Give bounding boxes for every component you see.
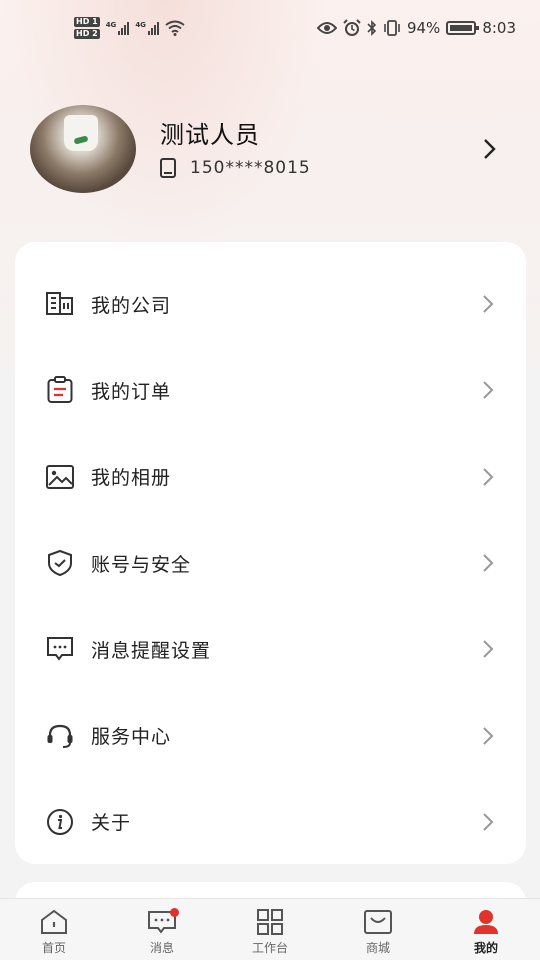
chevron-right-icon (478, 639, 498, 659)
chevron-right-icon (478, 726, 498, 746)
avatar[interactable] (30, 105, 136, 193)
tab-messages[interactable]: 消息 (108, 899, 216, 960)
tab-home[interactable]: 首页 (0, 899, 108, 960)
alarm-icon (343, 19, 361, 36)
image-icon (45, 462, 75, 492)
network-2-label: 4G (135, 21, 146, 29)
phone-icon (160, 158, 176, 178)
clock-time: 8:03 (482, 19, 516, 37)
battery-icon (446, 21, 480, 35)
chevron-right-icon (478, 380, 498, 400)
menu-card: 我的公司 我的订单 我的相册 账号与安全 消息提醒设置 服务中心 关于 (15, 242, 526, 864)
bluetooth-icon (367, 20, 377, 36)
menu-item-service-center[interactable]: 服务中心 (15, 692, 526, 778)
order-clipboard-icon (45, 375, 75, 405)
mall-icon (363, 908, 393, 936)
profile-header[interactable]: 测试人员 150****8015 (30, 104, 510, 194)
bottom-tab-bar: 首页 消息 工作台 商城 我的 (0, 898, 540, 960)
message-icon (45, 634, 75, 664)
status-left: HD 1 HD 2 4G 4G (74, 17, 185, 39)
tab-label-mall: 商城 (365, 941, 390, 955)
building-icon (45, 289, 75, 319)
hd1-badge: HD 1 (74, 17, 100, 27)
menu-label-album: 我的相册 (91, 467, 172, 490)
status-right: 94% 8:03 (316, 19, 516, 37)
profile-arrow-icon[interactable] (472, 131, 508, 167)
menu-label-notification-settings: 消息提醒设置 (91, 639, 212, 662)
info-icon (45, 807, 75, 837)
eye-icon (316, 22, 337, 34)
home-icon (39, 908, 69, 936)
menu-item-album[interactable]: 我的相册 (15, 434, 526, 520)
grid-icon (255, 908, 285, 936)
shield-icon (45, 548, 75, 578)
headset-icon (45, 721, 75, 751)
hd-indicators: HD 1 HD 2 (74, 17, 100, 39)
signal-1-icon: 4G (106, 21, 130, 35)
menu-item-orders[interactable]: 我的订单 (15, 347, 526, 433)
battery-percent: 94% (406, 19, 441, 37)
avatar-photo-cup (64, 115, 98, 151)
status-bar: HD 1 HD 2 4G 4G 94% 8:03 (0, 0, 540, 56)
chevron-right-icon (478, 553, 498, 573)
menu-item-notification-settings[interactable]: 消息提醒设置 (15, 606, 526, 692)
tab-label-home: 首页 (41, 941, 66, 955)
network-1-label: 4G (105, 21, 117, 29)
tab-mall[interactable]: 商城 (324, 899, 432, 960)
menu-item-about[interactable]: 关于 (15, 779, 526, 865)
phone-row: 150****8015 (160, 158, 472, 178)
menu-label-security: 账号与安全 (91, 553, 192, 576)
chevron-right-icon (478, 467, 498, 487)
message-icon (147, 908, 179, 936)
menu-label-service-center: 服务中心 (91, 726, 172, 749)
tab-label-workbench: 工作台 (251, 941, 288, 955)
menu-label-orders: 我的订单 (91, 380, 172, 403)
signal-2-icon: 4G (135, 21, 159, 35)
menu-item-security[interactable]: 账号与安全 (15, 520, 526, 606)
menu-label-about: 关于 (91, 812, 132, 835)
menu-item-company[interactable]: 我的公司 (15, 261, 526, 347)
tab-mine[interactable]: 我的 (432, 899, 540, 960)
tab-workbench[interactable]: 工作台 (216, 899, 324, 960)
wifi-icon (165, 20, 185, 36)
chevron-right-icon (478, 812, 498, 832)
tab-label-messages: 消息 (149, 941, 174, 955)
chevron-right-icon (478, 294, 498, 314)
hd2-badge: HD 2 (74, 29, 100, 39)
menu-label-company: 我的公司 (91, 294, 172, 317)
vibrate-icon (384, 20, 400, 36)
unread-badge-dot (170, 908, 179, 917)
profile-icon (471, 908, 501, 936)
phone-number: 150****8015 (190, 158, 311, 178)
profile-info: 测试人员 150****8015 (160, 120, 472, 178)
tab-label-mine: 我的 (473, 941, 498, 955)
user-name: 测试人员 (160, 121, 260, 149)
